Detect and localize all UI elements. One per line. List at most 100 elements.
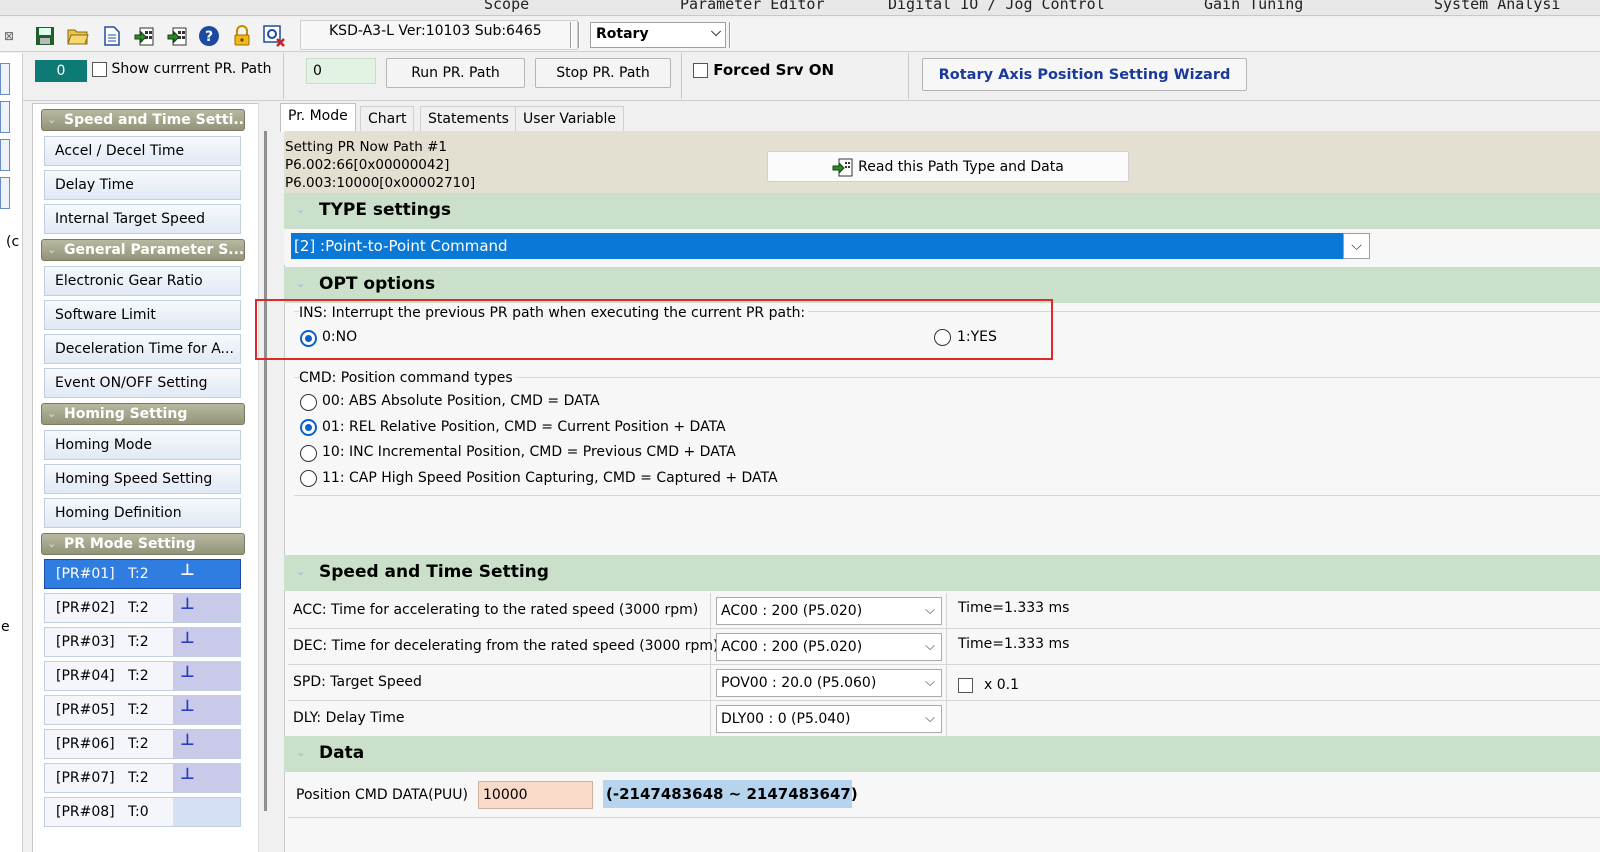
info-p6-003: P6.003:10000[0x00002710] <box>285 175 476 191</box>
data-header[interactable]: ⌄ Data <box>284 736 1600 772</box>
help-icon[interactable]: ? <box>197 24 221 48</box>
tree-group-speed-time[interactable]: ⌄ Speed and Time Setti... <box>41 109 245 131</box>
pr-label: [PR#02] <box>56 600 115 616</box>
tree-group-pr-mode[interactable]: ⌄ PR Mode Setting <box>41 533 245 555</box>
tree-group-general[interactable]: ⌄ General Parameter S... <box>41 239 245 261</box>
run-pr-path-button[interactable]: Run PR. Path <box>386 58 525 88</box>
menu-system-analysis[interactable]: System Analysi <box>1434 0 1560 12</box>
config-icon[interactable] <box>262 24 286 48</box>
forced-srv-checkbox[interactable]: Forced Srv ON <box>693 61 834 79</box>
dock-tab[interactable] <box>0 177 10 209</box>
x01-checkbox[interactable] <box>958 676 973 694</box>
tree-group-homing[interactable]: ⌄ Homing Setting <box>41 403 245 425</box>
chevron-down-icon: ⌵ <box>711 25 721 40</box>
pr-type-icon: ⊥ <box>180 696 195 715</box>
scrollbar-thumb[interactable] <box>264 131 267 811</box>
pr-type: T:2 <box>128 668 149 684</box>
tab-pr-mode[interactable]: Pr. Mode <box>280 103 356 132</box>
dock-tab[interactable] <box>0 139 10 171</box>
dly-select[interactable]: DLY00 : 0 (P5.040) ⌵ <box>716 705 942 733</box>
acc-select[interactable]: AC00 : 200 (P5.020) ⌵ <box>716 597 942 625</box>
tab-statements[interactable]: Statements <box>420 106 517 131</box>
pr-path-item[interactable]: [PR#08] T:0 <box>44 797 241 827</box>
dec-row: DEC: Time for decelerating from the rate… <box>288 629 1600 665</box>
pr-path-item[interactable]: [PR#05] T:2 ⊥ <box>44 695 241 725</box>
clipped-text: (c <box>6 234 20 250</box>
toolbar: ⊠ ? KSD-A3-L Ver:10103 Sub:6465 Rotary ⌵ <box>0 18 1600 52</box>
download-icon <box>832 158 853 176</box>
checkbox-box[interactable] <box>92 61 107 77</box>
cmd-cap-radio[interactable] <box>300 470 317 487</box>
pr-type: T:2 <box>128 702 149 718</box>
lock-icon[interactable] <box>230 24 254 48</box>
version-display: KSD-A3-L Ver:10103 Sub:6465 <box>300 20 578 50</box>
document-icon[interactable] <box>100 24 124 48</box>
tree-item-decel-time[interactable]: Deceleration Time for A... <box>44 334 241 364</box>
tree-scrollbar[interactable] <box>258 103 274 852</box>
read-path-button[interactable]: Read this Path Type and Data <box>767 151 1129 182</box>
upload-icon[interactable] <box>165 24 189 48</box>
pr-path-item[interactable]: [PR#03] T:2 ⊥ <box>44 627 241 657</box>
menu-parameter-editor[interactable]: Parameter Editor <box>680 0 825 12</box>
left-dock-strip: (c e <box>0 53 23 852</box>
save-icon[interactable] <box>33 24 57 48</box>
stop-pr-path-button[interactable]: Stop PR. Path <box>535 58 671 88</box>
menu-digital-io[interactable]: Digital IO / Jog Control <box>888 0 1105 12</box>
speed-time-header[interactable]: ⌄ Speed and Time Setting <box>284 555 1600 591</box>
show-current-path-checkbox[interactable]: Show currrent PR. Path <box>92 61 271 77</box>
tree-item-gear-ratio[interactable]: Electronic Gear Ratio <box>44 266 241 296</box>
pr-label: [PR#06] <box>56 736 115 752</box>
pr-path-item[interactable]: [PR#07] T:2 ⊥ <box>44 763 241 793</box>
checkbox-box[interactable] <box>958 678 973 693</box>
pr-path-item[interactable]: [PR#04] T:2 ⊥ <box>44 661 241 691</box>
tree-item-target-speed[interactable]: Internal Target Speed <box>44 204 241 234</box>
tree-item-homing-definition[interactable]: Homing Definition <box>44 498 241 528</box>
pr-label: [PR#03] <box>56 634 115 650</box>
pr-type: T:2 <box>128 566 149 582</box>
dec-label: DEC: Time for decelerating from the rate… <box>293 638 719 654</box>
path-number-input[interactable]: 0 <box>306 58 376 84</box>
download-icon[interactable] <box>132 24 156 48</box>
tab-chart[interactable]: Chart <box>360 106 415 131</box>
type-settings-header[interactable]: ⌄ TYPE settings <box>284 193 1600 229</box>
pr-path-item[interactable]: [PR#01] T:2 ⊥ <box>44 559 241 589</box>
spd-select[interactable]: POV00 : 20.0 (P5.060) ⌵ <box>716 669 942 697</box>
chevron-icon: ⌄ <box>296 203 306 216</box>
tree-item-delay-time[interactable]: Delay Time <box>44 170 241 200</box>
pr-path-item[interactable]: [PR#02] T:2 ⊥ <box>44 593 241 623</box>
tree-item-accel-decel[interactable]: Accel / Decel Time <box>44 136 241 166</box>
opt-options-header[interactable]: ⌄ OPT options <box>284 267 1600 303</box>
tree-item-event-onoff[interactable]: Event ON/OFF Setting <box>44 368 241 398</box>
close-icon[interactable]: ⊠ <box>2 24 16 48</box>
axis-mode-select[interactable]: Rotary ⌵ <box>590 22 726 48</box>
spd-label: SPD: Target Speed <box>293 674 422 690</box>
tree-item-software-limit[interactable]: Software Limit <box>44 300 241 330</box>
cmd-abs-radio[interactable] <box>300 394 317 411</box>
clipped-text: e <box>1 619 10 635</box>
chevron-down-icon: ⌵ <box>925 711 935 726</box>
tree-item-homing-mode[interactable]: Homing Mode <box>44 430 241 460</box>
pr-type-icon: ⊥ <box>180 560 195 579</box>
tree-item-homing-speed[interactable]: Homing Speed Setting <box>44 464 241 494</box>
show-current-path-label: Show currrent PR. Path <box>111 61 272 77</box>
position-range: (-2147483648 ~ 2147483647) <box>603 780 858 808</box>
pr-type: T:2 <box>128 736 149 752</box>
fieldset-border <box>294 495 1600 496</box>
chevron-down-icon[interactable]: ⌵ <box>1343 233 1370 259</box>
menu-scope[interactable]: Scope <box>484 0 529 12</box>
cmd-rel-radio[interactable] <box>300 419 317 436</box>
position-cmd-input[interactable]: 10000 <box>478 781 593 809</box>
rotary-wizard-button[interactable]: Rotary Axis Position Setting Wizard <box>922 58 1247 91</box>
dec-select[interactable]: AC00 : 200 (P5.020) ⌵ <box>716 633 942 661</box>
pr-label: [PR#04] <box>56 668 115 684</box>
cmd-inc-radio[interactable] <box>300 445 317 462</box>
pr-path-item[interactable]: [PR#06] T:2 ⊥ <box>44 729 241 759</box>
tab-user-variable[interactable]: User Variable <box>515 106 625 131</box>
type-select[interactable]: [2] :Point-to-Point Command <box>291 233 1343 259</box>
checkbox-box[interactable] <box>693 63 708 78</box>
open-folder-icon[interactable] <box>66 24 90 48</box>
section-title: OPT options <box>319 274 436 294</box>
dock-tab[interactable] <box>0 63 10 95</box>
dock-tab[interactable] <box>0 101 10 133</box>
menu-gain-tuning[interactable]: Gain Tuning <box>1204 0 1303 12</box>
